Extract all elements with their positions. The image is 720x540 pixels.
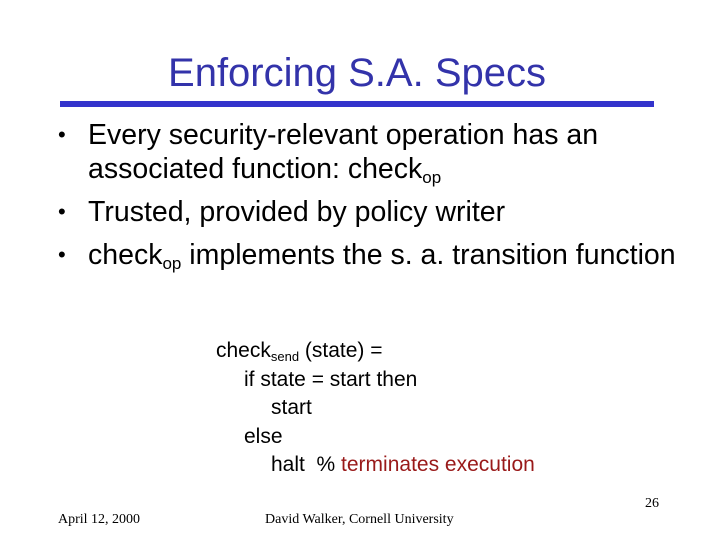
bullet-subscript: op <box>162 254 182 273</box>
footer-author: David Walker, Cornell University <box>265 512 454 527</box>
code-text: check <box>216 339 271 362</box>
bullet-subscript: op <box>422 168 442 187</box>
slide: Enforcing S.A. Specs • Every security-re… <box>0 0 720 540</box>
code-line: checksend (state) = <box>216 337 535 366</box>
bullet-text: check <box>88 239 163 271</box>
code-text: halt % <box>271 453 342 476</box>
footer-date: April 12, 2000 <box>58 512 141 527</box>
title-underline <box>60 101 654 107</box>
bullet-item: • checkop implements the s. a. transitio… <box>58 238 698 272</box>
code-line: halt % terminates execution <box>216 451 535 480</box>
code-line: start <box>271 396 312 419</box>
code-comment: terminates execution <box>341 453 535 476</box>
bullet-text-rest: implements the s. a. transition function <box>181 239 676 271</box>
code-line: if state = start then <box>244 367 418 391</box>
code-block: checksend (state) = if state = start the… <box>216 337 535 480</box>
code-line: else <box>244 424 283 448</box>
bullet-text: Every security-relevant operation has an… <box>88 119 599 185</box>
code-subscript: send <box>270 349 300 364</box>
bullet-item: • Trusted, provided by policy writer <box>58 195 698 229</box>
bullet-dot-icon: • <box>58 242 66 267</box>
bullet-dot-icon: • <box>58 199 66 224</box>
bullet-item: • Every security-relevant operation has … <box>58 118 698 186</box>
bullet-list: • Every security-relevant operation has … <box>58 118 698 281</box>
page-number: 26 <box>645 496 659 511</box>
code-text: (state) = <box>299 339 383 362</box>
slide-title: Enforcing S.A. Specs <box>168 51 546 95</box>
bullet-text: Trusted, provided by policy writer <box>88 196 506 228</box>
bullet-dot-icon: • <box>58 122 66 147</box>
